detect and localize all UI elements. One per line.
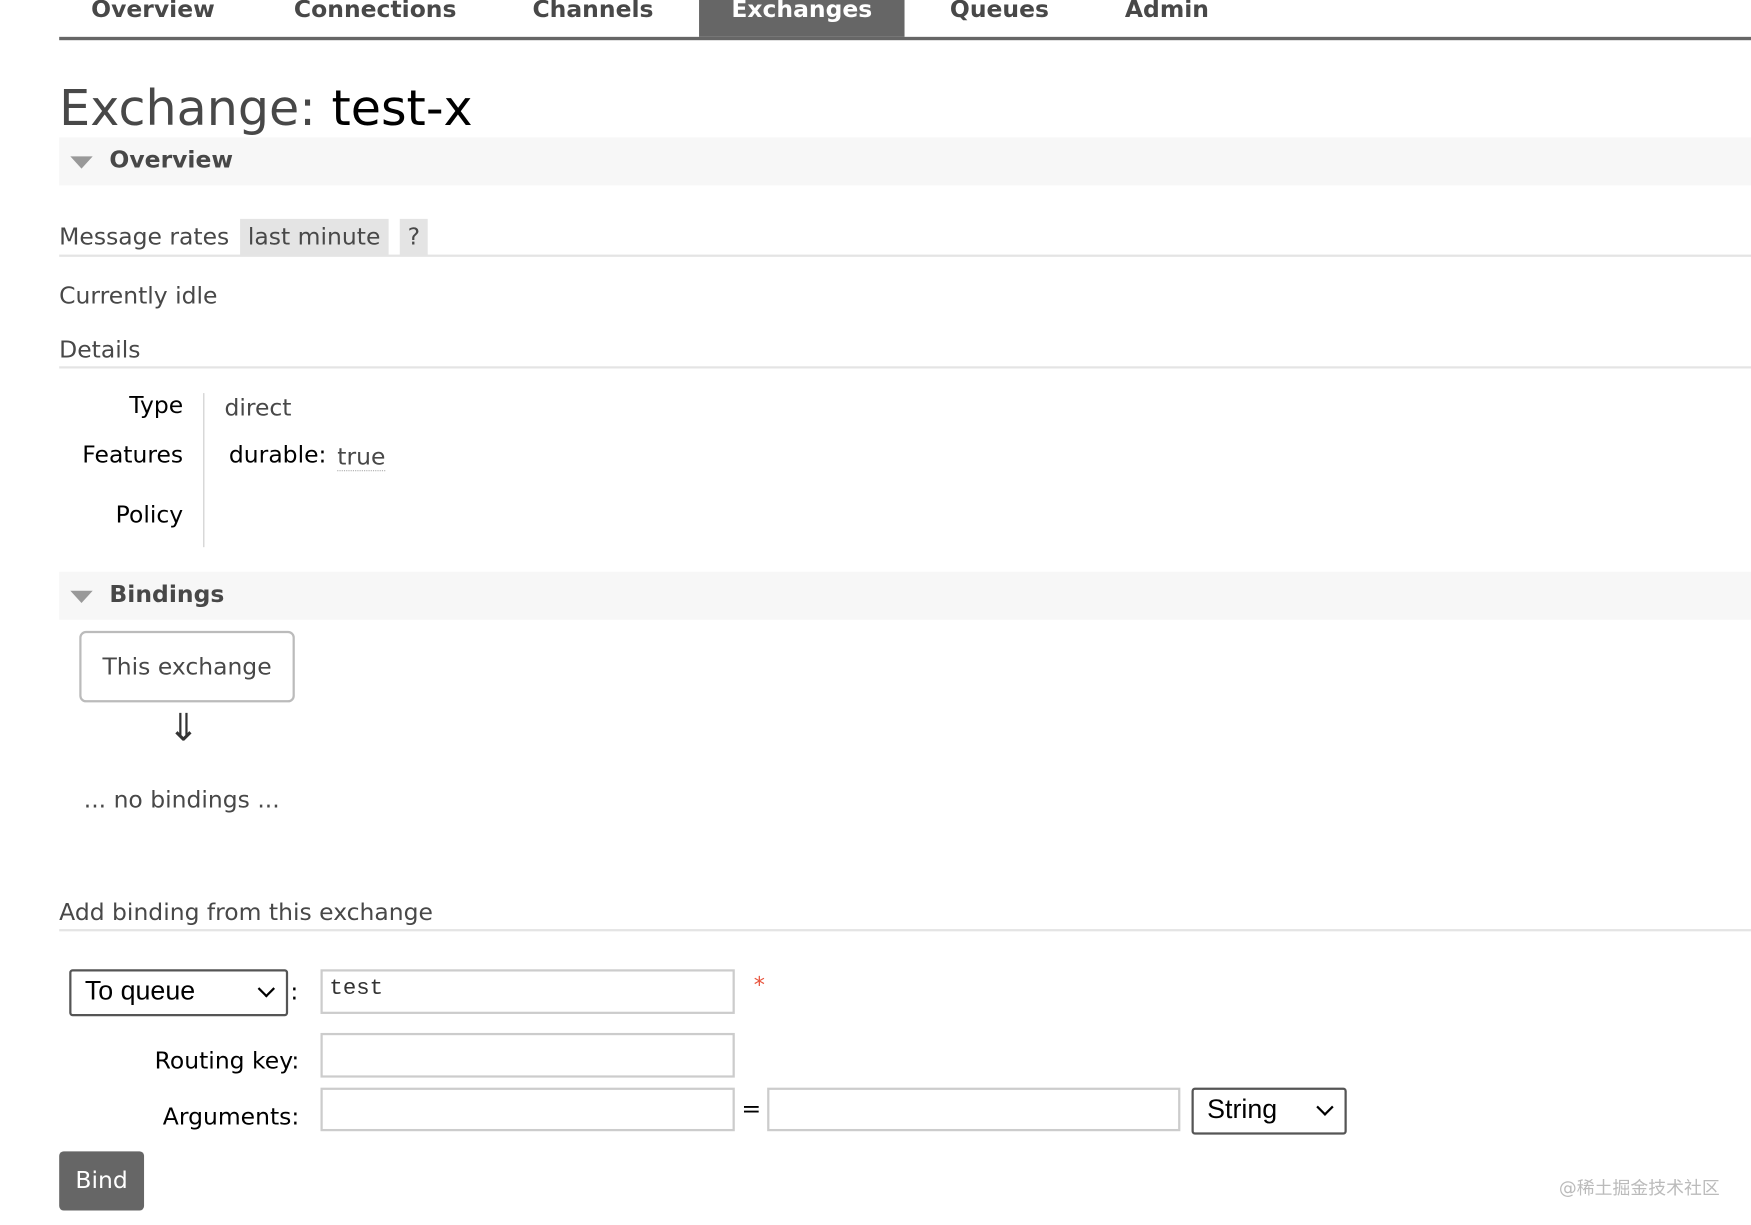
divider: [59, 929, 1751, 932]
tab-exchanges[interactable]: Exchanges: [699, 0, 905, 37]
divider: [59, 254, 1751, 257]
details-heading: Details: [59, 336, 141, 363]
section-title: Bindings: [109, 580, 225, 608]
equals-sign: =: [741, 1095, 762, 1123]
required-mark: *: [753, 971, 765, 999]
bindings-section-header[interactable]: Bindings: [59, 571, 1751, 620]
feature-key: durable:: [228, 441, 327, 468]
routing-key-input[interactable]: [320, 1032, 735, 1078]
argument-key-input[interactable]: [320, 1087, 735, 1132]
type-label: Type: [129, 391, 184, 419]
section-title: Overview: [109, 146, 234, 174]
argument-type-select[interactable]: String: [1191, 1087, 1347, 1135]
destination-input[interactable]: test: [320, 969, 735, 1014]
tab-connections[interactable]: Connections: [269, 0, 481, 37]
tab-queues[interactable]: Queues: [927, 0, 1072, 37]
tab-channels[interactable]: Channels: [504, 0, 683, 37]
page-title: Exchange: test-x: [59, 80, 472, 137]
chevron-down-icon: [1316, 1098, 1334, 1116]
divider: [203, 393, 205, 548]
status-text: Currently idle: [59, 282, 218, 310]
select-value: To queue: [84, 975, 196, 1007]
exchange-name: test-x: [331, 80, 473, 138]
destination-type-select[interactable]: To queue: [69, 969, 289, 1017]
colon: :: [290, 978, 299, 1006]
argument-value-input[interactable]: [767, 1087, 1181, 1132]
type-value: direct: [224, 394, 292, 421]
collapse-triangle-icon: [70, 156, 93, 169]
select-value: String: [1207, 1094, 1278, 1125]
features-label: Features: [82, 441, 184, 468]
down-arrow-icon: ⇓: [167, 705, 200, 751]
watermark: @稀土掘金技术社区: [1558, 1177, 1720, 1199]
add-binding-heading: Add binding from this exchange: [59, 898, 433, 926]
message-rates-label: Message rates: [59, 223, 230, 251]
policy-label: Policy: [115, 501, 184, 529]
help-button[interactable]: ?: [399, 218, 428, 256]
collapse-triangle-icon: [70, 590, 93, 604]
this-exchange-box: This exchange: [79, 630, 295, 703]
rate-period-selector[interactable]: last minute: [240, 218, 389, 256]
divider: [59, 366, 1751, 369]
arguments-label: Arguments:: [162, 1103, 300, 1131]
main-nav: Overview Connections Channels Exchanges …: [59, 0, 1751, 41]
no-bindings-text: ... no bindings ...: [83, 786, 280, 813]
title-prefix: Exchange:: [59, 80, 316, 138]
chevron-down-icon: [257, 980, 276, 998]
feature-value: true: [337, 443, 386, 472]
routing-key-label: Routing key:: [154, 1047, 300, 1075]
bind-button[interactable]: Bind: [59, 1151, 145, 1211]
tab-overview[interactable]: Overview: [59, 0, 247, 37]
tab-admin[interactable]: Admin: [1100, 0, 1234, 37]
overview-section-header[interactable]: Overview: [59, 137, 1751, 186]
